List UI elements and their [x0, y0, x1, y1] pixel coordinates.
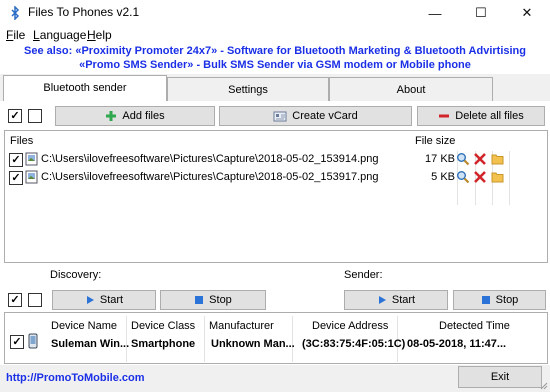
- menu-language[interactable]: Language: [33, 28, 86, 42]
- device-detected-time: 08-05-2018, 11:47...: [407, 338, 507, 350]
- devices-list[interactable]: Device Name Device Class Manufacturer De…: [4, 312, 548, 364]
- deselect-all-devices-checkbox[interactable]: [28, 293, 42, 307]
- deselect-all-files-checkbox[interactable]: [28, 109, 42, 123]
- play-icon: [86, 296, 94, 304]
- file-size: 5 KB: [431, 171, 455, 183]
- open-folder-icon[interactable]: [491, 152, 505, 166]
- sender-start-button[interactable]: Start: [344, 290, 448, 310]
- file-path: C:\Users\ilovefreesoftware\Pictures\Capt…: [41, 153, 379, 165]
- stop-icon: [481, 296, 490, 304]
- exit-button[interactable]: Exit: [458, 366, 542, 388]
- discovery-stop-button[interactable]: Stop: [160, 290, 266, 310]
- open-folder-icon[interactable]: [491, 170, 505, 184]
- tab-about[interactable]: About: [329, 77, 493, 103]
- play-icon: [378, 296, 386, 304]
- files-list[interactable]: Files File size ✓ C:\Users\ilovefreesoft…: [4, 130, 548, 263]
- tab-bluetooth-sender[interactable]: Bluetooth sender: [3, 75, 167, 103]
- promo-banner: See also: «Proximity Promoter 24x7» - So…: [0, 44, 550, 74]
- create-vcard-button[interactable]: Create vCard: [219, 106, 412, 126]
- add-files-button[interactable]: Add files: [55, 106, 215, 126]
- title-bar: Files To Phones v2.1 — ☐ ✕: [0, 0, 550, 26]
- stop-icon: [195, 296, 204, 304]
- minimize-button[interactable]: —: [412, 0, 458, 26]
- tab-settings[interactable]: Settings: [167, 77, 329, 103]
- file-path: C:\Users\ilovefreesoftware\Pictures\Capt…: [41, 171, 379, 183]
- sender-label: Sender:: [344, 269, 383, 281]
- device-address-column-header[interactable]: Device Address: [312, 320, 388, 332]
- device-name: Suleman Win...: [51, 338, 130, 350]
- promo-link-line2[interactable]: «Promo SMS Sender» - Bulk SMS Sender via…: [0, 59, 550, 71]
- menu-file[interactable]: File: [6, 28, 25, 42]
- file-row[interactable]: ✓ C:\Users\ilovefreesoftware\Pictures\Ca…: [5, 169, 547, 187]
- menu-bar: File Language Help: [0, 26, 550, 44]
- image-file-icon: [25, 170, 38, 184]
- file-row-checkbox[interactable]: ✓: [9, 171, 23, 185]
- discovery-start-button[interactable]: Start: [52, 290, 156, 310]
- device-address: (3C:83:75:4F:05:1C): [302, 338, 406, 350]
- promo-link-line1[interactable]: See also: «Proximity Promoter 24x7» - So…: [0, 45, 550, 57]
- image-file-icon: [25, 152, 38, 166]
- resize-grip-icon[interactable]: [540, 382, 548, 390]
- bluetooth-icon: [11, 6, 20, 20]
- delete-all-files-button[interactable]: Delete all files: [417, 106, 545, 126]
- menu-help[interactable]: Help: [87, 28, 112, 42]
- plus-icon: [106, 111, 117, 121]
- file-row[interactable]: ✓ C:\Users\ilovefreesoftware\Pictures\Ca…: [5, 151, 547, 169]
- device-row-checkbox[interactable]: ✓: [10, 335, 24, 349]
- file-row-checkbox[interactable]: ✓: [9, 153, 23, 167]
- promotomobile-link[interactable]: http://PromoToMobile.com: [6, 372, 145, 384]
- maximize-button[interactable]: ☐: [458, 0, 504, 26]
- file-size-column-header[interactable]: File size: [415, 135, 455, 147]
- vcard-icon: [273, 111, 287, 122]
- files-column-header[interactable]: Files: [10, 135, 33, 147]
- device-manufacturer: Unknown Man...: [211, 338, 295, 350]
- delete-file-icon[interactable]: [473, 152, 487, 166]
- select-all-files-checkbox[interactable]: ✓: [8, 109, 22, 123]
- file-size: 17 KB: [425, 153, 455, 165]
- select-all-devices-checkbox[interactable]: ✓: [8, 293, 22, 307]
- minus-icon: [439, 114, 450, 118]
- tab-strip: Bluetooth sender Settings About: [0, 74, 550, 103]
- preview-magnifier-icon[interactable]: [456, 152, 470, 166]
- discovery-label: Discovery:: [50, 269, 102, 281]
- manufacturer-column-header[interactable]: Manufacturer: [209, 320, 274, 332]
- phone-icon: [28, 333, 38, 349]
- delete-file-icon[interactable]: [473, 170, 487, 184]
- column-divider: [204, 316, 205, 362]
- preview-magnifier-icon[interactable]: [456, 170, 470, 184]
- device-name-column-header[interactable]: Device Name: [51, 320, 117, 332]
- window-title: Files To Phones v2.1: [28, 5, 140, 19]
- detected-time-column-header[interactable]: Detected Time: [439, 320, 510, 332]
- device-class: Smartphone: [131, 338, 196, 350]
- sender-stop-button[interactable]: Stop: [453, 290, 546, 310]
- close-button[interactable]: ✕: [504, 0, 550, 26]
- device-class-column-header[interactable]: Device Class: [131, 320, 195, 332]
